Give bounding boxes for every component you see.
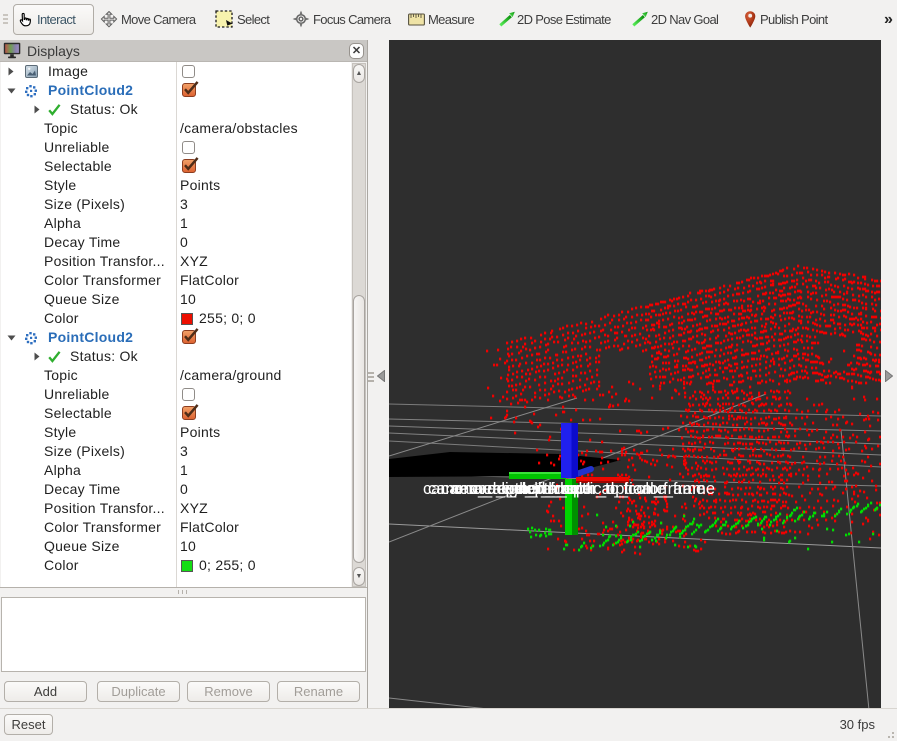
svg-text:camera_link: camera_link: [470, 480, 560, 498]
